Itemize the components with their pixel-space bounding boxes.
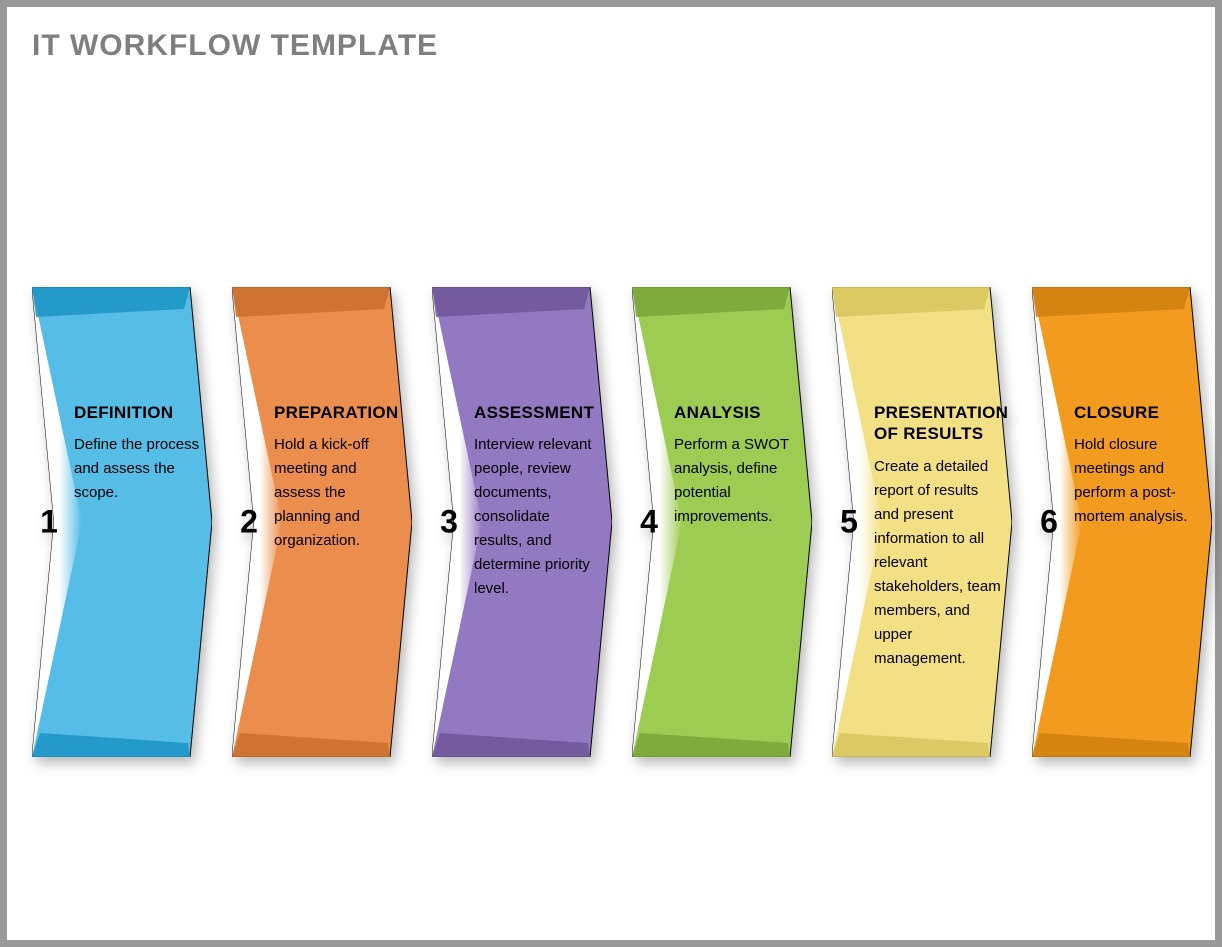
step-content: DEFINITION Define the process and assess… [74, 402, 202, 505]
step-number: 1 [38, 504, 60, 541]
step-description: Create a detailed report of results and … [874, 455, 1002, 671]
workflow-row: 1 DEFINITION Define the process and asse… [32, 287, 1205, 757]
step-description: Hold a kick-off meeting and assess the p… [274, 433, 402, 553]
step-number: 5 [838, 504, 860, 541]
step-title: DEFINITION [74, 402, 202, 423]
step-content: ANALYSIS Perform a SWOT analysis, define… [674, 402, 802, 529]
workflow-step: 4 ANALYSIS Perform a SWOT analysis, defi… [632, 287, 812, 757]
step-title: PRESENTATION OF RESULTS [874, 402, 1002, 445]
step-description: Define the process and assess the scope. [74, 433, 202, 505]
step-number: 3 [438, 504, 460, 541]
workflow-step: 1 DEFINITION Define the process and asse… [32, 287, 212, 757]
step-number: 4 [638, 504, 660, 541]
step-number: 2 [238, 504, 260, 541]
step-content: PRESENTATION OF RESULTS Create a detaile… [874, 402, 1002, 671]
page: IT WORKFLOW TEMPLATE 1 DEFINITION Define… [6, 6, 1216, 941]
step-content: CLOSURE Hold closure meetings and perfor… [1074, 402, 1202, 529]
page-title: IT WORKFLOW TEMPLATE [32, 29, 1190, 63]
step-description: Hold closure meetings and perform a post… [1074, 433, 1202, 529]
step-description: Interview relevant people, review docume… [474, 433, 602, 601]
step-content: ASSESSMENT Interview relevant people, re… [474, 402, 602, 601]
step-title: ASSESSMENT [474, 402, 602, 423]
step-title: ANALYSIS [674, 402, 802, 423]
workflow-step: 2 PREPARATION Hold a kick-off meeting an… [232, 287, 412, 757]
step-number: 6 [1038, 504, 1060, 541]
step-title: CLOSURE [1074, 402, 1202, 423]
workflow-step: 5 PRESENTATION OF RESULTS Create a detai… [832, 287, 1012, 757]
workflow-step: 3 ASSESSMENT Interview relevant people, … [432, 287, 612, 757]
step-description: Perform a SWOT analysis, define potentia… [674, 433, 802, 529]
workflow-step: 6 CLOSURE Hold closure meetings and perf… [1032, 287, 1212, 757]
step-content: PREPARATION Hold a kick-off meeting and … [274, 402, 402, 553]
step-title: PREPARATION [274, 402, 402, 423]
